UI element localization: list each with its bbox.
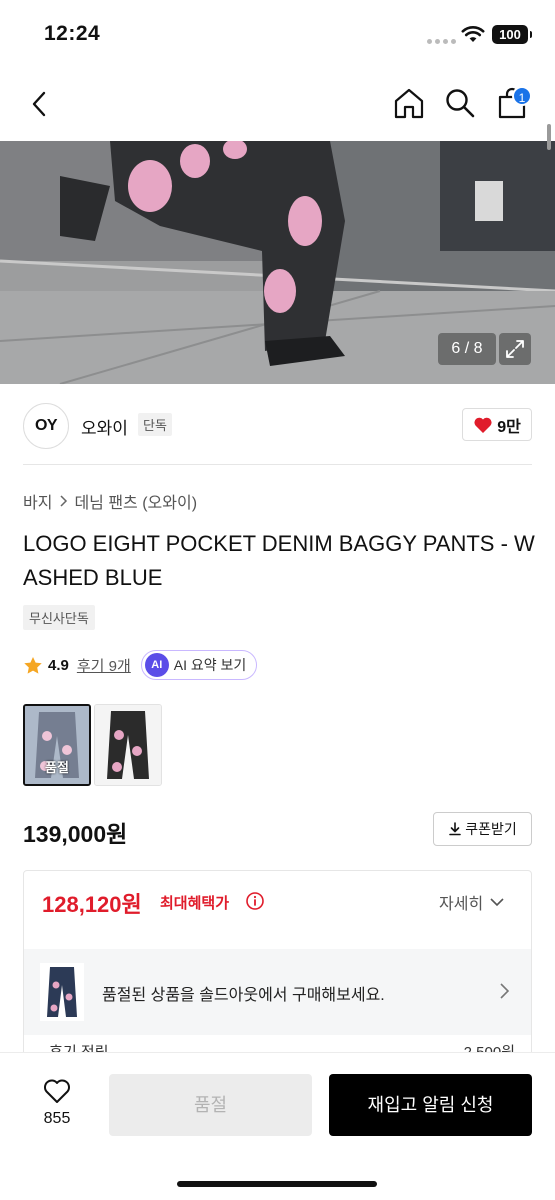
ai-badge-icon: AI xyxy=(144,653,169,677)
max-benefit-price: 128,120원 xyxy=(42,892,142,917)
cart-count-badge: 1 xyxy=(512,86,532,106)
heart-filled-icon xyxy=(474,417,492,433)
rating-value: 4.9 xyxy=(48,656,69,674)
soldout-market-banner[interactable]: 품절된 상품을 솔드아웃에서 구매해보세요. xyxy=(24,949,531,1035)
breadcrumb-category[interactable]: 바지 xyxy=(23,489,52,513)
star-icon xyxy=(24,656,42,674)
brand-row: OY 오와이 단독 9만 xyxy=(0,384,555,464)
restock-alert-button[interactable]: 재입고 알림 신청 xyxy=(329,1074,532,1136)
scrollbar-thumb[interactable] xyxy=(547,124,551,150)
exclusive-tag: 무신사단독 xyxy=(23,605,95,630)
breadcrumb: 바지 데님 팬츠 (오와이) xyxy=(23,489,197,513)
detail-label: 자세히 xyxy=(439,896,484,913)
top-navigation-bar: 1 xyxy=(0,66,555,141)
divider xyxy=(23,464,532,465)
status-bar: 12:24 100 xyxy=(0,0,555,66)
benefit-box: 128,120원 최대혜택가 자세히 품절된 상품을 솔드아웃에서 구매해보세요… xyxy=(23,870,532,1070)
rating-row: 4.9 후기 9개 AI AI 요약 보기 xyxy=(23,650,258,680)
wish-count: 855 xyxy=(43,1110,71,1127)
variant-image xyxy=(95,705,161,785)
back-arrow-icon[interactable] xyxy=(24,86,54,122)
product-price: 139,000원 xyxy=(23,821,128,847)
banner-product-image xyxy=(40,963,84,1021)
brand-like-count: 9만 xyxy=(497,418,521,436)
brand-like-button[interactable]: 9만 xyxy=(462,408,532,441)
chevron-down-icon xyxy=(490,898,504,907)
brand-name[interactable]: 오와이 xyxy=(81,414,128,439)
benefit-detail-toggle[interactable]: 자세히 xyxy=(439,890,505,914)
ai-summary-label: AI 요약 보기 xyxy=(173,657,247,673)
battery-icon: 100 xyxy=(492,25,532,44)
info-icon[interactable] xyxy=(245,891,265,911)
expand-icon xyxy=(506,340,524,358)
home-indicator[interactable] xyxy=(177,1181,377,1187)
variant-thumbnail[interactable] xyxy=(94,704,162,786)
fullscreen-button[interactable] xyxy=(499,333,531,365)
brand-exclusive-tag: 단독 xyxy=(138,413,172,436)
search-icon[interactable] xyxy=(444,87,476,119)
product-title: LOGO EIGHT POCKET DENIM BAGGY PANTS - WA… xyxy=(23,531,535,590)
variant-thumbnail-selected[interactable]: 품절 xyxy=(23,704,91,786)
home-icon[interactable] xyxy=(392,86,426,120)
chevron-right-icon xyxy=(60,495,68,507)
coupon-button[interactable]: 쿠폰받기 xyxy=(433,812,532,846)
coupon-label: 쿠폰받기 xyxy=(465,821,517,837)
wifi-icon xyxy=(461,26,485,42)
breadcrumb-subcategory[interactable]: 데님 팬츠 (오와이) xyxy=(74,489,197,513)
review-count-link[interactable]: 후기 9개 xyxy=(77,655,131,676)
ai-summary-button[interactable]: AI AI 요약 보기 xyxy=(140,650,258,680)
max-benefit-label: 최대혜택가 xyxy=(160,895,230,912)
chevron-right-icon xyxy=(500,983,510,999)
heart-outline-icon[interactable] xyxy=(43,1078,71,1104)
cellular-signal-icon xyxy=(427,39,456,44)
bottom-action-bar: 855 품절 재입고 알림 신청 xyxy=(0,1052,555,1200)
image-counter: 6 / 8 xyxy=(438,333,496,365)
soldout-button[interactable]: 품절 xyxy=(109,1074,312,1136)
variant-soldout-label: 품절 xyxy=(45,760,69,775)
status-time: 12:24 xyxy=(44,22,101,45)
download-icon xyxy=(449,822,462,836)
soldout-banner-text: 품절된 상품을 솔드아웃에서 구매해보세요. xyxy=(102,987,385,1004)
brand-logo[interactable]: OY xyxy=(23,403,69,449)
